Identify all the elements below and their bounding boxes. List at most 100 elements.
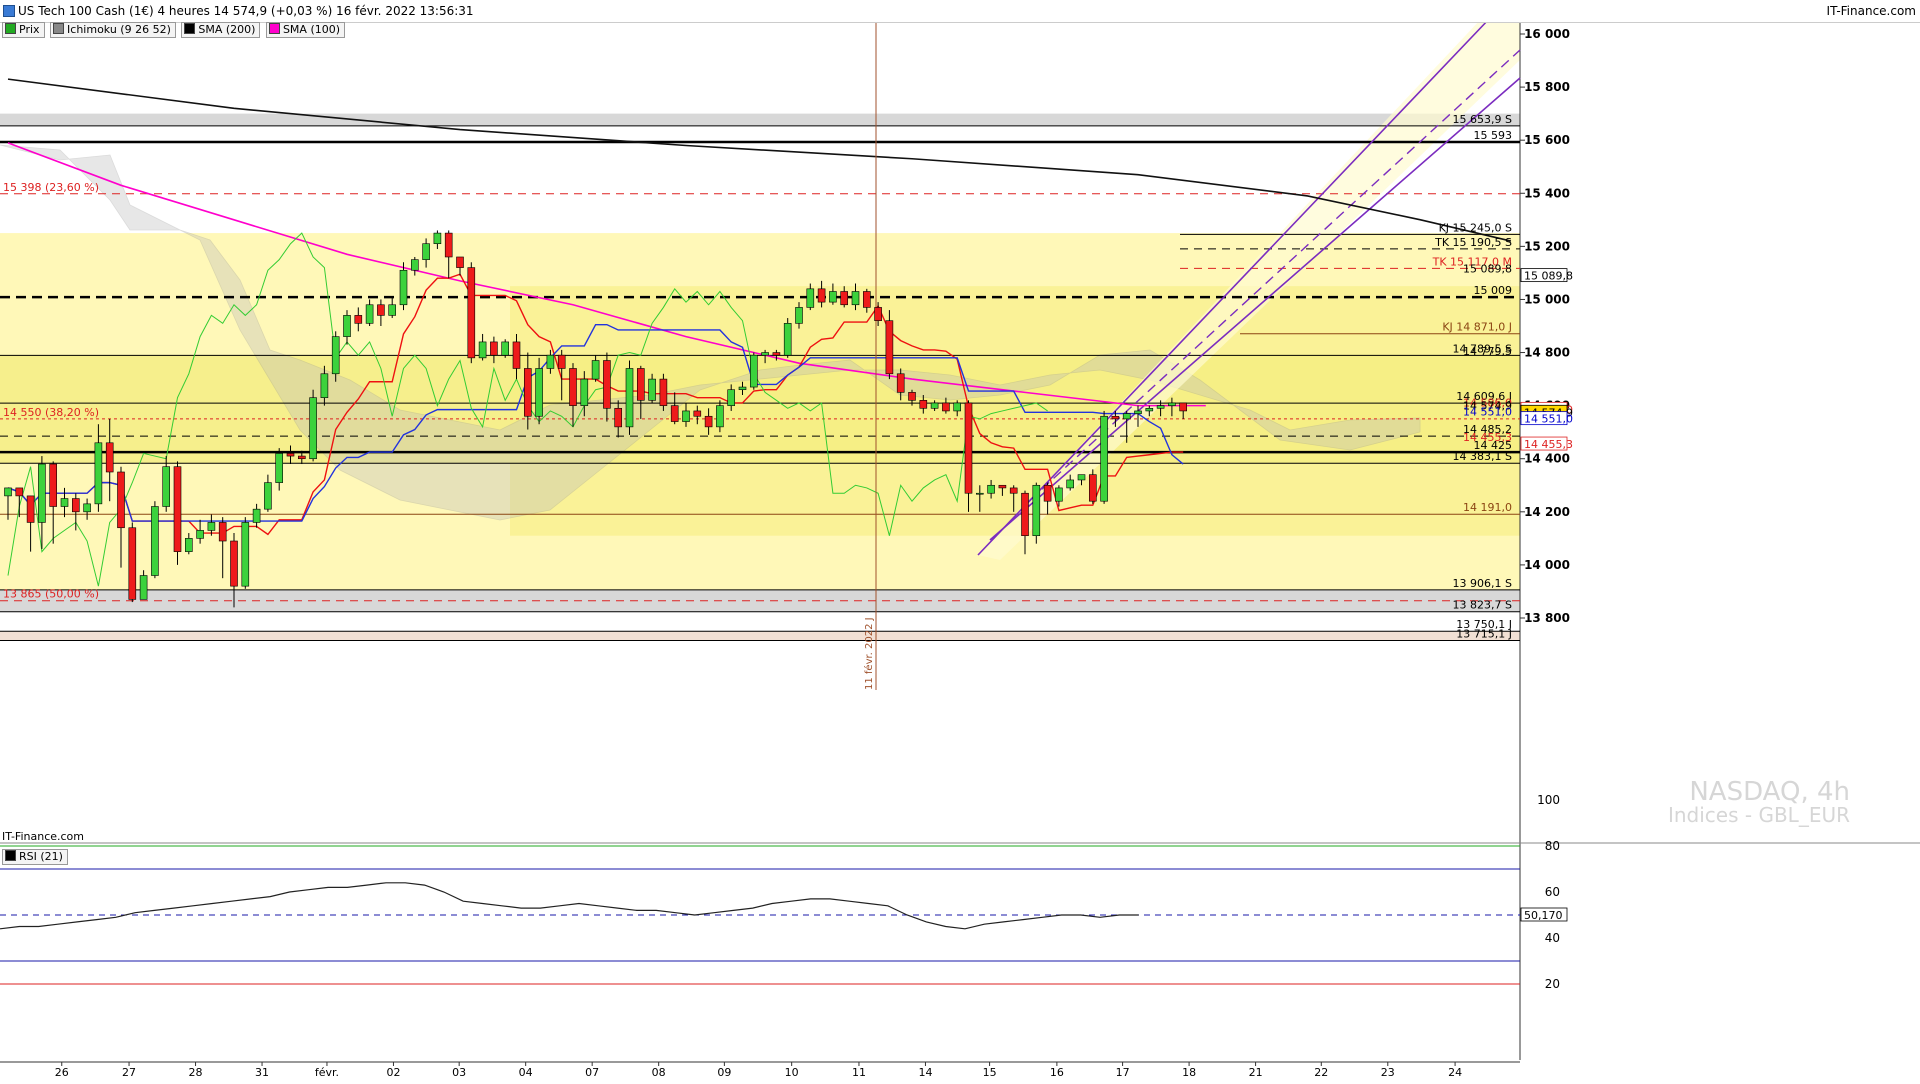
candle-body <box>467 267 476 359</box>
rsi-tick-label: 80 <box>1545 839 1560 853</box>
candle-body <box>433 232 442 245</box>
candle-body <box>908 392 916 401</box>
y-tick-label: 14 800 <box>1524 346 1570 360</box>
chart-area[interactable]: 16 000 15 800 15 600 15 400 15 200 15 000 14 8… <box>0 0 1920 1080</box>
candle-body <box>749 354 758 388</box>
x-tick-label: 16 <box>1050 1066 1064 1079</box>
title-bar: US Tech 100 Cash (1€) 4 heures 14 574,9 … <box>0 0 1920 23</box>
swatch-icon <box>5 23 16 34</box>
x-tick-label: 10 <box>785 1066 799 1079</box>
price-tag-label: 14 455,3 <box>1524 438 1573 451</box>
candle-body <box>1156 405 1165 409</box>
y-tick-label: 14 000 <box>1524 558 1570 572</box>
candle-body <box>535 368 543 417</box>
x-tick-label: févr. <box>315 1066 339 1079</box>
candle-body <box>26 495 35 523</box>
level-label: 14 383,1 S <box>1453 450 1512 463</box>
candle-body <box>998 484 1007 489</box>
y-tick-label: 15 600 <box>1524 133 1570 147</box>
x-tick-label: 03 <box>452 1066 466 1079</box>
candle-body <box>625 368 634 428</box>
rsi-tick-label: 60 <box>1545 885 1560 899</box>
swatch-icon <box>268 23 280 34</box>
candle-body <box>275 453 284 483</box>
y-tick-label: 15 000 <box>1524 292 1570 306</box>
level-label: 13 906,1 S <box>1453 577 1512 590</box>
legend-item-sma100[interactable]: SMA (100) <box>265 22 346 38</box>
candle-body <box>806 288 815 308</box>
right-axis-bg <box>1520 22 1920 1080</box>
candle-body <box>851 291 860 306</box>
x-tick-label: 15 <box>983 1066 997 1079</box>
candle-body <box>580 378 589 406</box>
candle-body <box>105 442 114 473</box>
x-tick-label: 08 <box>652 1066 666 1079</box>
level-label: 14 551,0 <box>1463 406 1512 419</box>
candle-body <box>591 360 600 380</box>
level-label: 15 593 <box>1474 129 1513 142</box>
candle-body <box>738 386 747 391</box>
legend-item-ichimoku[interactable]: Ichimoku (9 26 52) <box>50 22 176 38</box>
candle-body <box>173 466 182 552</box>
candle-body <box>241 522 250 587</box>
level-label: 13 865 (50,00 %) <box>3 588 99 601</box>
x-tick-label: 23 <box>1381 1066 1395 1079</box>
candle-body <box>693 410 702 417</box>
candle-body <box>1009 487 1018 494</box>
candle-body <box>569 368 577 406</box>
candle-body <box>399 269 408 306</box>
candle-body <box>1021 492 1029 537</box>
brand-link[interactable]: IT-Finance.com <box>1827 4 1916 18</box>
candle-body <box>4 487 12 497</box>
grey-zone <box>0 631 1520 641</box>
x-tick-label: 17 <box>1116 1066 1130 1079</box>
x-tick-label: 04 <box>519 1066 533 1079</box>
candle-body <box>727 389 736 406</box>
candle-body <box>987 484 995 494</box>
level-label: 15 653,9 S <box>1453 113 1512 126</box>
rsi-legend[interactable]: RSI (21) <box>2 849 70 865</box>
candle-body <box>478 341 487 359</box>
candle-body <box>975 492 984 495</box>
candle-body <box>964 402 973 494</box>
candle-body <box>320 373 329 398</box>
indicator-legend: Prix Ichimoku (9 26 52) SMA (200) SMA (1… <box>2 22 347 38</box>
candle-body <box>185 538 193 552</box>
candle-body <box>930 402 939 409</box>
candle-body <box>942 402 950 412</box>
candle-body <box>603 360 611 409</box>
legend-label: SMA (100) <box>282 23 341 36</box>
candle-body <box>83 503 91 513</box>
x-tick-label: 02 <box>386 1066 400 1079</box>
candle-body <box>761 352 769 356</box>
candle-body <box>151 506 159 576</box>
rsi-tick-label: 40 <box>1545 931 1560 945</box>
candle-body <box>218 522 227 542</box>
candle-body <box>207 522 216 531</box>
rsi-line <box>0 882 1139 930</box>
candle-body <box>15 487 24 497</box>
level-label: 14 779,5 <box>1463 345 1512 358</box>
rsi-panel <box>0 710 1520 865</box>
candle-body <box>1122 413 1131 420</box>
price-tag-label: 14 551,0 <box>1524 413 1573 426</box>
x-tick-label: 07 <box>585 1066 599 1079</box>
swatch-icon <box>53 23 65 34</box>
x-tick-label: 14 <box>918 1066 932 1079</box>
candle-body <box>94 442 103 505</box>
candle-body <box>354 315 363 324</box>
price-chart: 16 000 15 800 15 600 15 400 15 200 15 000 14 8… <box>0 17 1920 1080</box>
candle-body <box>716 405 724 428</box>
candle-body <box>885 320 894 375</box>
candle-body <box>783 323 792 356</box>
legend-item-prix[interactable]: Prix <box>2 22 45 38</box>
candle-body <box>829 291 837 303</box>
candle-body <box>365 304 374 324</box>
candle-body <box>309 397 317 460</box>
candle-body <box>230 540 238 587</box>
grey-zone <box>0 113 1520 126</box>
x-tick-label: 22 <box>1314 1066 1328 1079</box>
candle-body <box>162 466 170 507</box>
x-tick-label: 24 <box>1448 1066 1462 1079</box>
legend-item-sma200[interactable]: SMA (200) <box>181 22 261 38</box>
